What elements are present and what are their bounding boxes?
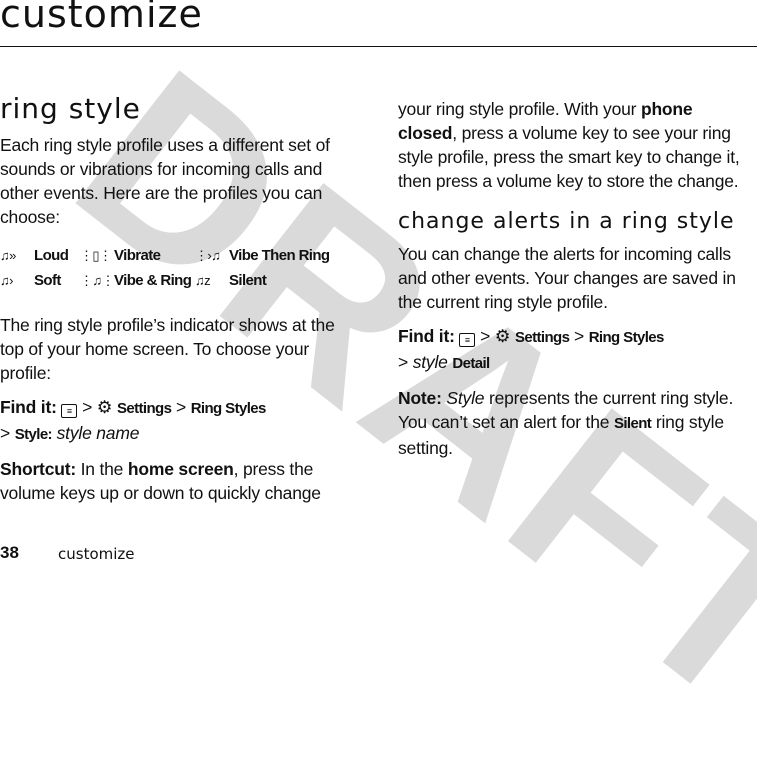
find-it-label: Find it:	[0, 397, 57, 417]
profile-label: Vibrate	[114, 247, 161, 264]
note-label: Note:	[398, 388, 442, 408]
soft-ring-icon: ♫›	[0, 273, 13, 288]
note-text: Note: Style represents the current ring …	[398, 386, 753, 460]
settings-icon: ⚙	[494, 326, 511, 346]
profile-label: Soft	[34, 272, 61, 289]
path-separator: >	[573, 326, 585, 346]
path-separator: >	[398, 352, 409, 372]
profile-soft: ♫› Soft	[0, 272, 80, 289]
find-it-path: Find it: ≡ > ⚙ Settings > Ring Styles > …	[398, 324, 753, 376]
menu-key-icon: ≡	[459, 333, 476, 347]
loud-ring-icon: ♫»	[0, 248, 16, 263]
page-title: customize	[0, 0, 203, 36]
silent-term: Silent	[613, 415, 652, 432]
profile-label: Vibe Then Ring	[229, 247, 330, 264]
settings-menu-item: Settings	[116, 400, 172, 417]
profile-vibrate: ⋮▯⋮ Vibrate	[80, 247, 195, 264]
profile-list: ♫» Loud ⋮▯⋮ Vibrate ⋮›♫ Vibe Then Ring ♫…	[0, 247, 355, 289]
section-heading-ring-style: ring style	[0, 92, 141, 125]
style-name-value: style name	[56, 423, 140, 443]
vibe-and-ring-icon: ⋮♫⋮	[80, 272, 115, 288]
menu-key-icon: ≡	[61, 404, 78, 418]
title-divider	[0, 46, 757, 47]
vibrate-icon: ⋮▯⋮	[80, 247, 112, 263]
ring-styles-menu-item: Ring Styles	[588, 329, 665, 346]
profile-label: Silent	[229, 272, 267, 289]
silent-icon: ♫z	[195, 273, 211, 288]
find-it-label: Find it:	[398, 326, 455, 346]
shortcut-text-part: In the	[75, 459, 128, 479]
footer-section-label: customize	[58, 545, 135, 563]
profile-silent: ♫z Silent	[195, 272, 365, 289]
page-number: 38	[0, 543, 19, 562]
right-column: your ring style profile. With your phone…	[398, 97, 753, 460]
change-alerts-intro: You can change the alerts for incoming c…	[398, 244, 736, 312]
ring-styles-menu-item: Ring Styles	[190, 400, 267, 417]
shortcut-text: Shortcut: In the home screen, press the …	[0, 457, 355, 505]
section-heading-change-alerts: change alerts in a ring style	[398, 209, 735, 234]
style-term: Style	[446, 388, 485, 408]
path-separator: >	[0, 423, 11, 443]
ring-style-intro: Each ring style profile uses a different…	[0, 135, 330, 227]
find-it-path: Find it: ≡ > ⚙ Settings > Ring Styles > …	[0, 395, 355, 447]
settings-menu-item: Settings	[514, 329, 570, 346]
path-separator: >	[480, 326, 491, 346]
profile-loud: ♫» Loud	[0, 247, 80, 264]
path-separator: >	[175, 397, 187, 417]
settings-icon: ⚙	[96, 397, 113, 417]
continued-text: your ring style profile. With your phone…	[398, 97, 753, 193]
vibe-then-ring-icon: ⋮›♫	[195, 247, 221, 263]
profile-vibe-then-ring: ⋮›♫ Vibe Then Ring	[195, 247, 365, 264]
profile-label: Loud	[34, 247, 69, 264]
shortcut-label: Shortcut:	[0, 459, 76, 479]
profile-vibe-and-ring: ⋮♫⋮ Vibe & Ring	[80, 272, 195, 289]
home-screen-term: home screen	[127, 459, 234, 479]
indicator-text: The ring style profile’s indicator shows…	[0, 315, 335, 383]
path-separator: >	[82, 397, 93, 417]
style-label: Style:	[14, 426, 53, 443]
detail-menu-item: Detail	[452, 355, 490, 372]
continued-text-part: your ring style profile. With your	[398, 99, 641, 119]
left-column: ring style Each ring style profile uses …	[0, 92, 355, 505]
style-italic: style	[412, 352, 448, 372]
profile-label: Vibe & Ring	[114, 272, 192, 289]
